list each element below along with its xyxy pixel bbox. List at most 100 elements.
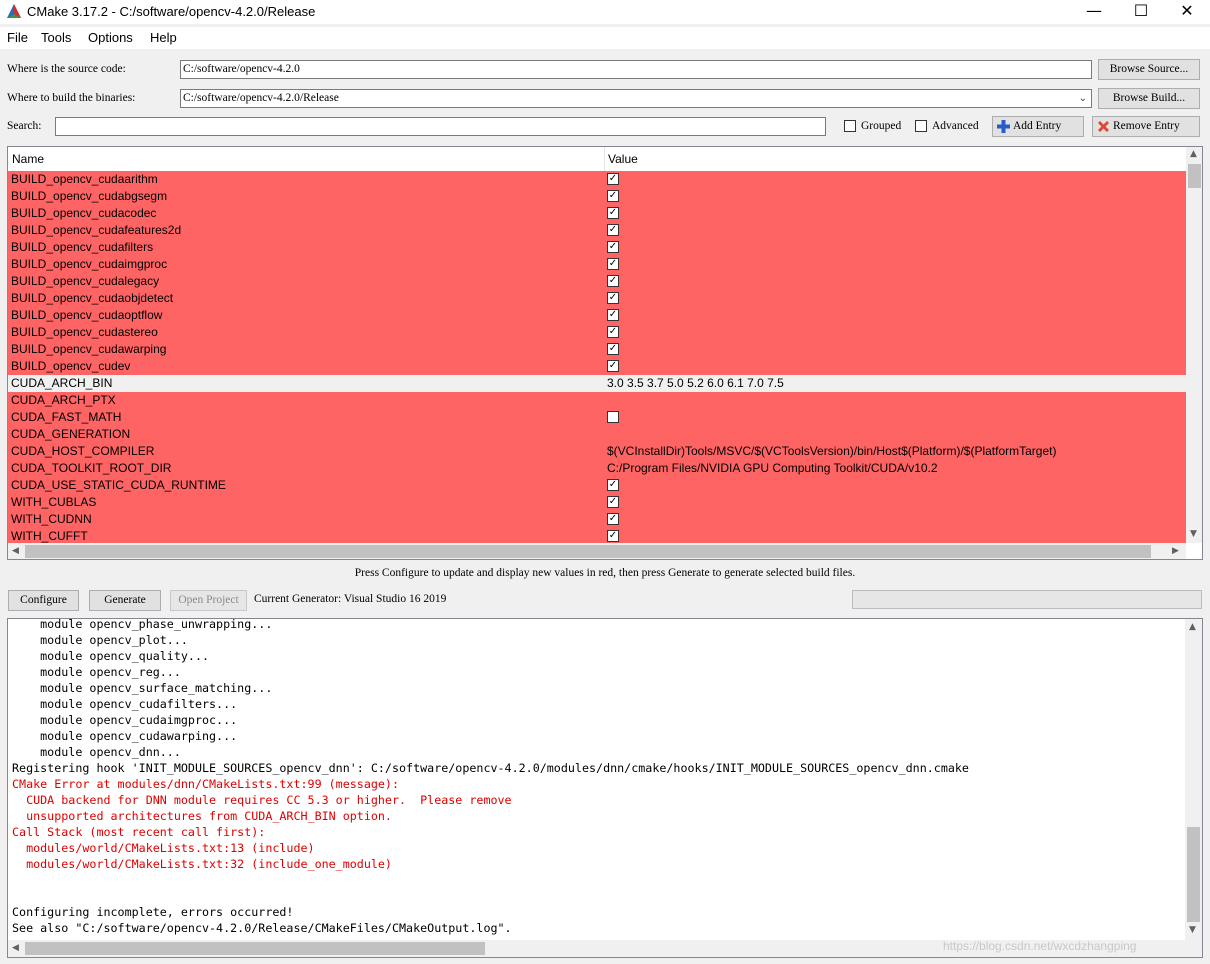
chevron-down-icon[interactable]: ⌄: [1079, 90, 1087, 107]
table-row[interactable]: BUILD_opencv_cudaarithm ✓: [8, 171, 1186, 188]
advanced-checkbox[interactable]: [915, 120, 927, 132]
menu-help[interactable]: Help: [150, 30, 177, 45]
search-input[interactable]: [55, 117, 826, 136]
checked-checkbox[interactable]: ✓: [607, 479, 619, 491]
checked-checkbox[interactable]: ✓: [607, 224, 619, 236]
table-row[interactable]: BUILD_opencv_cudafeatures2d ✓: [8, 222, 1186, 239]
table-vertical-scrollbar[interactable]: ▲ ▼: [1186, 147, 1202, 543]
hscroll-thumb[interactable]: [25, 545, 1151, 558]
table-row[interactable]: CUDA_FAST_MATH: [8, 409, 1186, 426]
checked-checkbox[interactable]: ✓: [607, 292, 619, 304]
log-error-line: modules/world/CMakeLists.txt:13 (include…: [12, 841, 315, 855]
table-row[interactable]: BUILD_opencv_cudacodec ✓: [8, 205, 1186, 222]
search-label: Search:: [7, 120, 42, 132]
table-row[interactable]: WITH_CUBLAS ✓: [8, 494, 1186, 511]
scroll-up-icon[interactable]: ▲: [1189, 622, 1196, 632]
build-label: Where to build the binaries:: [7, 92, 136, 104]
unchecked-checkbox[interactable]: [607, 411, 619, 423]
remove-entry-button[interactable]: Remove Entry: [1092, 116, 1200, 137]
checked-checkbox[interactable]: ✓: [607, 326, 619, 338]
scroll-right-icon[interactable]: ▶: [1172, 546, 1179, 556]
scroll-down-icon[interactable]: ▼: [1190, 529, 1197, 539]
log-line: module opencv_reg...: [12, 665, 181, 679]
table-row[interactable]: BUILD_opencv_cudabgsegm ✓: [8, 188, 1186, 205]
checked-checkbox[interactable]: ✓: [607, 241, 619, 253]
column-value-header[interactable]: Value: [608, 152, 638, 166]
log-scroll-thumb[interactable]: [1187, 827, 1200, 922]
table-row[interactable]: BUILD_opencv_cudev ✓: [8, 358, 1186, 375]
entry-value[interactable]: C:/Program Files/NVIDIA GPU Computing To…: [607, 461, 938, 475]
log-line: module opencv_surface_matching...: [12, 681, 273, 695]
checked-checkbox[interactable]: ✓: [607, 275, 619, 287]
entry-name: BUILD_opencv_cudawarping: [11, 342, 167, 356]
checked-checkbox[interactable]: ✓: [607, 258, 619, 270]
scroll-up-icon[interactable]: ▲: [1190, 149, 1197, 159]
open-project-button[interactable]: Open Project: [170, 590, 247, 611]
entry-name: BUILD_opencv_cudaoptflow: [11, 308, 163, 322]
table-row[interactable]: WITH_CUDNN ✓: [8, 511, 1186, 528]
configure-button[interactable]: Configure: [8, 590, 79, 611]
entry-name: BUILD_opencv_cudaobjdetect: [11, 291, 174, 305]
plus-icon: [997, 120, 1010, 133]
source-path-input[interactable]: C:/software/opencv-4.2.0: [180, 60, 1092, 79]
log-line: See also "C:/software/opencv-4.2.0/Relea…: [12, 921, 512, 935]
checked-checkbox[interactable]: ✓: [607, 496, 619, 508]
checked-checkbox[interactable]: ✓: [607, 207, 619, 219]
table-row[interactable]: CUDA_ARCH_PTX: [8, 392, 1186, 409]
source-label: Where is the source code:: [7, 63, 126, 75]
menu-file[interactable]: File: [7, 30, 28, 45]
checked-checkbox[interactable]: ✓: [607, 190, 619, 202]
minimize-button[interactable]: —: [1071, 0, 1117, 24]
log-hscroll-thumb[interactable]: [25, 942, 485, 955]
menu-options[interactable]: Options: [88, 30, 133, 45]
entry-value[interactable]: 3.0 3.5 3.7 5.0 5.2 6.0 6.1 7.0 7.5: [607, 376, 784, 390]
maximize-button[interactable]: ☐: [1118, 0, 1164, 24]
add-entry-button[interactable]: Add Entry: [992, 116, 1084, 137]
close-button[interactable]: ✕: [1164, 0, 1210, 24]
log-vertical-scrollbar[interactable]: ▲ ▼: [1185, 619, 1202, 940]
checked-checkbox[interactable]: ✓: [607, 173, 619, 185]
window-title: CMake 3.17.2 - C:/software/opencv-4.2.0/…: [27, 4, 316, 19]
checked-checkbox[interactable]: ✓: [607, 343, 619, 355]
table-row[interactable]: BUILD_opencv_cudafilters ✓: [8, 239, 1186, 256]
table-row[interactable]: CUDA_TOOLKIT_ROOT_DIR C:/Program Files/NV…: [8, 460, 1186, 477]
table-row[interactable]: BUILD_opencv_cudastereo ✓: [8, 324, 1186, 341]
log-line: module opencv_cudafilters...: [12, 697, 238, 711]
table-horizontal-scrollbar[interactable]: ◀ ▶: [8, 543, 1186, 559]
grouped-checkbox[interactable]: [844, 120, 856, 132]
table-row[interactable]: BUILD_opencv_cudawarping ✓: [8, 341, 1186, 358]
table-row[interactable]: BUILD_opencv_cudaimgproc ✓: [8, 256, 1186, 273]
menu-tools[interactable]: Tools: [41, 30, 71, 45]
browse-build-button[interactable]: Browse Build...: [1098, 88, 1200, 109]
checked-checkbox[interactable]: ✓: [607, 513, 619, 525]
checked-checkbox[interactable]: ✓: [607, 360, 619, 372]
table-row[interactable]: CUDA_HOST_COMPILER $(VCInstallDir)Tools/M…: [8, 443, 1186, 460]
cache-table: Name Value BUILD_opencv_cudaarithm ✓ BUILD…: [7, 146, 1203, 560]
entry-name: BUILD_opencv_cudacodec: [11, 206, 157, 220]
scroll-left-icon[interactable]: ◀: [12, 943, 19, 953]
table-row[interactable]: CUDA_ARCH_BIN 3.0 3.5 3.7 5.0 5.2 6.0 6.1…: [8, 375, 1186, 392]
scroll-left-icon[interactable]: ◀: [12, 546, 19, 556]
checked-checkbox[interactable]: ✓: [607, 309, 619, 321]
entry-name: WITH_CUDNN: [11, 512, 92, 526]
build-path-combobox[interactable]: C:/software/opencv-4.2.0/Release ⌄: [180, 89, 1092, 108]
entry-value[interactable]: $(VCInstallDir)Tools/MSVC/$(VCToolsVersi…: [607, 444, 1056, 458]
table-row[interactable]: BUILD_opencv_cudaoptflow ✓: [8, 307, 1186, 324]
browse-source-button[interactable]: Browse Source...: [1098, 59, 1200, 80]
scroll-down-icon[interactable]: ▼: [1189, 925, 1196, 935]
log-line: module opencv_phase_unwrapping...: [12, 618, 273, 631]
column-name-header[interactable]: Name: [12, 152, 44, 166]
table-row[interactable]: CUDA_USE_STATIC_CUDA_RUNTIME ✓: [8, 477, 1186, 494]
log-error-line: CMake Error at modules/dnn/CMakeLists.tx…: [12, 777, 400, 791]
table-row[interactable]: BUILD_opencv_cudaobjdetect ✓: [8, 290, 1186, 307]
entry-name: CUDA_TOOLKIT_ROOT_DIR: [11, 461, 172, 475]
generate-button[interactable]: Generate: [89, 590, 161, 611]
table-row[interactable]: CUDA_GENERATION: [8, 426, 1186, 443]
log-line: module opencv_cudawarping...: [12, 729, 238, 743]
column-divider[interactable]: [604, 147, 605, 171]
entry-name: CUDA_USE_STATIC_CUDA_RUNTIME: [11, 478, 226, 492]
checked-checkbox[interactable]: ✓: [607, 530, 619, 542]
scroll-thumb[interactable]: [1188, 164, 1201, 188]
output-log: module opencv_phase_unwrapping... module…: [7, 618, 1203, 958]
table-row[interactable]: BUILD_opencv_cudalegacy ✓: [8, 273, 1186, 290]
